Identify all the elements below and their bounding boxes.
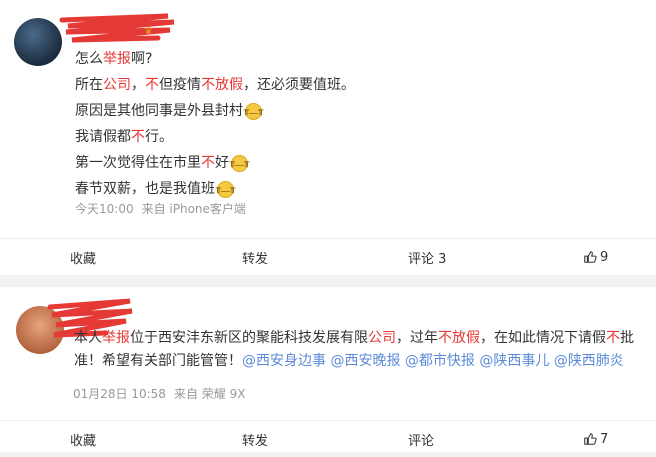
text: ， (131, 77, 145, 93)
text: 行。 (145, 129, 173, 145)
like-count: 9 (600, 249, 609, 265)
comment-label: 评论 3 (408, 251, 447, 267)
text: 位于西安沣东新区的聚能科技发展有限 (130, 330, 368, 346)
highlight-keyword[interactable]: 公司 (368, 330, 396, 346)
highlight-keyword[interactable]: 不放假 (201, 76, 243, 94)
action-bar: 收藏 转发 评论 3 9 (0, 238, 656, 275)
favorite-label: 收藏 (70, 251, 97, 267)
highlight-keyword[interactable]: 不 (145, 76, 159, 94)
text: ，在如此情况下请假 (480, 330, 606, 346)
text: 原因是其他同事是外县封村 (75, 103, 243, 119)
post-source: 来自 iPhone客户端 (141, 202, 246, 216)
text: 春节双薪，也是我值班 (75, 181, 215, 197)
text: ，还必须要值班。 (243, 77, 355, 93)
favorite-label: 收藏 (70, 433, 97, 449)
avatar[interactable] (14, 18, 62, 66)
comment-button[interactable]: 评论 3 (408, 239, 446, 275)
favorite-button[interactable]: 收藏 (70, 239, 96, 275)
crying-face-emoji-icon: ╥﹏╥ (244, 102, 263, 120)
text: 好 (215, 155, 229, 171)
content-line: 原因是其他同事是外县封村 ╥﹏╥ (75, 98, 355, 124)
repost-label: 转发 (242, 251, 269, 267)
like-button[interactable]: 9 (583, 239, 608, 275)
post-meta: 今天10:00 来自 iPhone客户端 (75, 200, 254, 217)
content-line: 第一次觉得住在市里不好 ╥﹏╥ (75, 150, 355, 176)
text: 第一次觉得住在市里 (75, 155, 201, 171)
mention-link[interactable]: @西安晚报 (330, 353, 400, 369)
content-line: 春节双薪，也是我值班 ╥﹏╥ (75, 176, 355, 202)
text: 我请假都 (75, 129, 131, 145)
text: 但疫情 (159, 77, 201, 93)
content-line: 所在 公司，不但疫情 不放假 ，还必须要值班。 (75, 72, 355, 98)
weibo-post-1: ♛ 怎么 举报 啊? 所在 公司，不但疫情 不放假 ，还必须要值班。 原因是其他同事是外县… (0, 0, 656, 275)
repost-label: 转发 (242, 433, 269, 449)
text: 所在 (75, 77, 103, 93)
repost-button[interactable]: 转发 (242, 239, 268, 275)
highlight-keyword[interactable]: 不放假 (438, 330, 480, 346)
mention-link[interactable]: @陕西事儿 (479, 353, 549, 369)
highlight-keyword[interactable]: 不 (606, 330, 620, 346)
mention-link[interactable]: @西安身边事 (242, 353, 326, 369)
thumbs-up-icon (584, 433, 597, 445)
text: 本人 (74, 330, 102, 346)
vip-badge-icon: ♛ (144, 26, 153, 37)
text: 啊? (131, 51, 153, 67)
highlight-keyword[interactable]: 举报 (102, 330, 130, 346)
post-source: 来自 荣耀 9X (173, 387, 246, 401)
text: 怎么 (75, 51, 103, 67)
like-count: 7 (600, 431, 609, 447)
avatar[interactable] (16, 306, 64, 354)
post-time[interactable]: 01月28日 10:58 (73, 387, 166, 401)
post-meta: 01月28日 10:58 来自 荣耀 9X (73, 385, 253, 402)
thumbs-up-icon (584, 251, 597, 263)
mention-link[interactable]: @都市快报 (405, 353, 475, 369)
highlight-keyword[interactable]: 公司 (103, 76, 131, 94)
action-bar: 收藏 转发 评论 7 (0, 420, 656, 457)
highlight-keyword[interactable]: 不 (201, 154, 215, 172)
post-content: 本人举报位于西安沣东新区的聚能科技发展有限公司，过年不放假，在如此情况下请假不批… (74, 327, 644, 373)
content-paragraph: 本人举报位于西安沣东新区的聚能科技发展有限公司，过年不放假，在如此情况下请假不批… (74, 327, 644, 373)
crying-face-emoji-icon: ╥﹏╥ (230, 154, 249, 172)
post-content: 怎么 举报 啊? 所在 公司，不但疫情 不放假 ，还必须要值班。 原因是其他同事是外县封村… (75, 46, 355, 202)
post-time[interactable]: 今天10:00 (75, 202, 134, 216)
text: ，过年 (396, 330, 438, 346)
comment-label: 评论 (408, 433, 435, 449)
mention-link[interactable]: @陕西肺炎 (554, 353, 624, 369)
content-line: 我请假都不行。 (75, 124, 355, 150)
crying-face-emoji-icon: ╥﹏╥ (216, 180, 235, 198)
highlight-keyword[interactable]: 举报 (103, 50, 131, 68)
content-line: 怎么 举报 啊? (75, 46, 355, 72)
highlight-keyword[interactable]: 不 (131, 128, 145, 146)
weibo-post-2: 本人举报位于西安沣东新区的聚能科技发展有限公司，过年不放假，在如此情况下请假不批… (0, 287, 656, 452)
redaction-scribble (59, 13, 175, 43)
